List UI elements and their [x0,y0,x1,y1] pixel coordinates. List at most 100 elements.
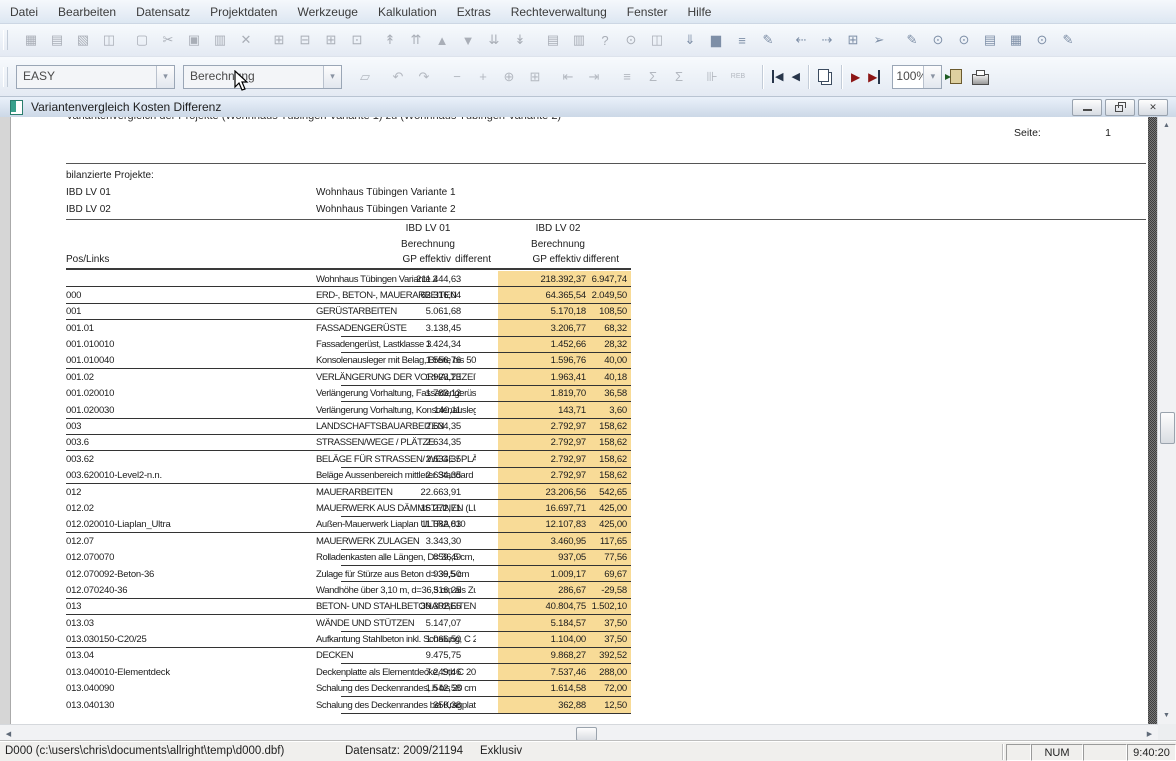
horizontal-scrollbar[interactable]: ◀ ▶ [0,724,1158,742]
table-row: 012MAUERARBEITEN22.663,9123.206,56542,65 [11,484,1149,500]
menu-item-extras[interactable]: Extras [447,0,501,23]
vertical-scroll-thumb[interactable] [1160,412,1175,444]
address-catalog-icon[interactable]: ◫ [99,30,119,50]
statistics-icon[interactable]: ⊪ [702,67,722,87]
search-icon[interactable]: ⊙ [621,30,641,50]
goto-position-icon[interactable]: ➢ [869,30,889,50]
tree-structure-icon[interactable]: ⊡ [347,30,367,50]
numbered-list-icon[interactable]: ≡ [617,67,637,87]
move-bottom-icon[interactable]: ↡ [510,30,530,50]
last-page-button[interactable]: ▶ [868,70,880,84]
table-view-icon[interactable]: ▦ [1006,30,1026,50]
open-folder-icon[interactable]: ▱ [355,67,375,87]
save-record-icon[interactable]: ▆ [706,30,726,50]
move-down-icon[interactable]: ▼ [458,30,478,50]
lookup-icon[interactable]: ⊙ [928,30,948,50]
menu-item-werkzeuge[interactable]: Werkzeuge [287,0,367,23]
close-preview-door-icon[interactable] [950,69,962,84]
outdent-icon[interactable]: ⇤ [558,67,578,87]
redo-icon[interactable]: ↷ [414,67,434,87]
close-button[interactable]: ✕ [1138,99,1168,116]
tree-insert-after-icon[interactable]: ⊞ [321,30,341,50]
menu-item-fenster[interactable]: Fenster [617,0,678,23]
tile-windows-icon[interactable]: ⊞ [843,30,863,50]
scroll-right-icon[interactable]: ▶ [1141,725,1158,742]
form-icon[interactable]: ▤ [543,30,563,50]
note-icon[interactable]: ✎ [1058,30,1078,50]
scroll-down-icon[interactable]: ▼ [1158,707,1175,724]
insert-sub-position-icon[interactable]: ⊞ [525,67,545,87]
move-down-fast-icon[interactable]: ⇊ [484,30,504,50]
cell-v1: 5.147,07 [361,618,461,629]
edit-record-icon[interactable]: ✎ [758,30,778,50]
branch-right-icon[interactable]: ⇢ [817,30,837,50]
menu-item-bearbeiten[interactable]: Bearbeiten [48,0,126,23]
printer-icon[interactable] [972,74,989,85]
cut-icon[interactable]: ✂ [158,30,178,50]
new-document-icon[interactable]: ▢ [132,30,152,50]
toolbar-grip[interactable] [3,30,8,50]
cell-diff: 2.049,50 [586,290,627,301]
horizontal-scroll-thumb[interactable] [576,727,597,741]
vertical-scrollbar[interactable]: ▲ ▼ [1157,117,1176,724]
chevron-down-icon[interactable]: ▾ [323,66,341,88]
next-page-button[interactable]: ▶ [851,70,860,84]
total-sum-icon[interactable]: Σ [669,67,689,87]
report-page: Variantenvergleich der Projekte (Wohnhau… [10,117,1149,724]
view-combobox[interactable]: Berechnung ▾ [183,65,342,89]
remove-position-icon[interactable]: − [447,67,467,87]
protocol-icon[interactable]: ▤ [47,30,67,50]
search-record-icon[interactable]: ⊙ [1032,30,1052,50]
move-up-fast-icon[interactable]: ⇈ [406,30,426,50]
partial-sum-icon[interactable]: Σ [643,67,663,87]
zoom-combobox[interactable]: 100% ▾ [892,65,942,89]
profile-combobox[interactable]: EASY ▾ [16,65,175,89]
scroll-up-icon[interactable]: ▲ [1158,117,1175,134]
annotate-icon[interactable]: ✎ [902,30,922,50]
scroll-left-icon[interactable]: ◀ [0,725,17,742]
zoom-value: 100% [893,66,923,88]
menu-item-datei[interactable]: Datei [0,0,48,23]
toolbar-grip-2[interactable] [3,67,8,87]
menu-item-datensatz[interactable]: Datensatz [126,0,200,23]
menu-item-kalkulation[interactable]: Kalkulation [368,0,447,23]
cell-pos: 012.07 [66,536,94,547]
tree-insert-sub-icon[interactable]: ⊟ [295,30,315,50]
report-open-icon[interactable]: ▤ [980,30,1000,50]
import-record-icon[interactable]: ⇓ [680,30,700,50]
print-preview-icon[interactable]: ▥ [569,30,589,50]
copy-record-icon[interactable]: ≡ [732,30,752,50]
delete-icon[interactable]: ✕ [236,30,256,50]
minimize-button[interactable] [1072,99,1102,116]
first-page-button[interactable]: ◀ [772,70,783,83]
indent-icon[interactable]: ⇥ [584,67,604,87]
insert-position-icon[interactable]: ⊕ [499,67,519,87]
menu-item-hilfe[interactable]: Hilfe [677,0,721,23]
paste-icon[interactable]: ▥ [210,30,230,50]
undo-icon[interactable]: ↶ [388,67,408,87]
copy-icon[interactable]: ▣ [184,30,204,50]
toolbar-separator [841,65,843,89]
cell-v1: 1.424,34 [361,339,461,350]
chevron-down-icon[interactable]: ▾ [923,66,941,88]
toolbar-separator [808,65,810,89]
image-icon[interactable]: ▧ [73,30,93,50]
chevron-down-icon[interactable]: ▾ [156,66,174,88]
restore-button[interactable] [1105,99,1135,116]
prev-page-button[interactable]: ◀ [791,70,799,83]
tree-insert-before-icon[interactable]: ⊞ [269,30,289,50]
copy-pages-icon[interactable] [818,69,829,82]
move-top-icon[interactable]: ↟ [380,30,400,50]
help-icon[interactable]: ? [595,30,615,50]
add-position-icon[interactable]: + [473,67,493,87]
menu-item-rechteverwaltung[interactable]: Rechteverwaltung [501,0,617,23]
lookup-alt-icon[interactable]: ⊙ [954,30,974,50]
report-preview-icon[interactable]: ▦ [21,30,41,50]
reb-icon[interactable]: REB [728,67,748,87]
branch-left-icon[interactable]: ⇠ [791,30,811,50]
move-up-icon[interactable]: ▲ [432,30,452,50]
table-row: Wohnhaus Tübingen Variante 2211.444,6321… [11,271,1149,287]
menu-item-projektdaten[interactable]: Projektdaten [200,0,287,23]
cell-v1: 5.061,68 [361,306,461,317]
columns-icon[interactable]: ◫ [647,30,667,50]
